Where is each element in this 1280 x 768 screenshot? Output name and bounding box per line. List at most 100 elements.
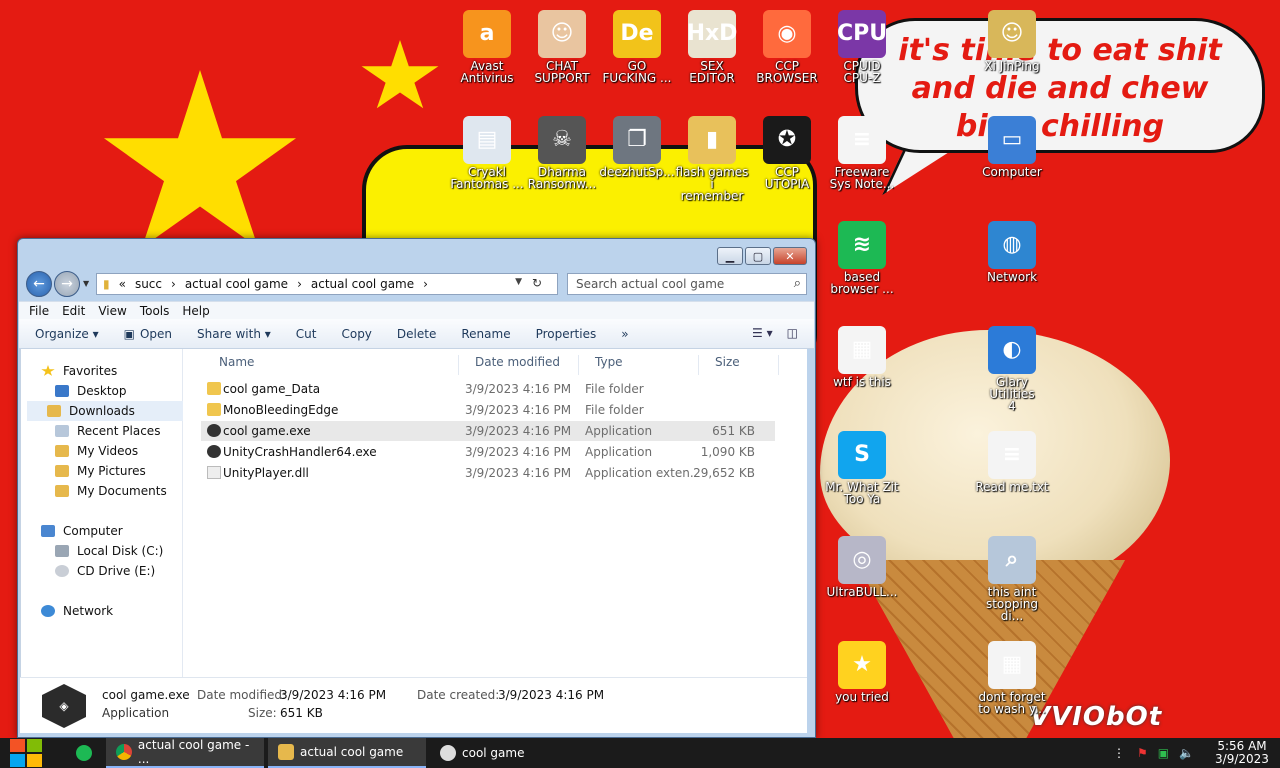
file-row[interactable]: UnityCrashHandler64.exe 3/9/2023 4:16 PM A… [201, 442, 775, 462]
share-with-button[interactable]: Share with ▾ [197, 327, 271, 341]
desktop-icon-7[interactable]: ▤ Cryakl Fantomas ... [447, 110, 527, 210]
nav-recent-places[interactable]: Recent Places [55, 421, 160, 441]
desktop-icon-22[interactable]: ★ you tried [822, 635, 902, 735]
desktop-icon-label: you tried [835, 690, 889, 704]
nav-label: My Videos [77, 444, 139, 458]
recent-locations-button[interactable]: ▼ [83, 279, 89, 288]
maximize-button[interactable]: ▢ [745, 247, 771, 265]
more-commands-button[interactable]: » [621, 327, 628, 341]
menu-tools[interactable]: Tools [140, 304, 170, 318]
nav-my-pictures[interactable]: My Pictures [55, 461, 146, 481]
clock[interactable]: 5:56 AM 3/9/2023 [1204, 740, 1280, 766]
refresh-icon[interactable]: ↻ [532, 276, 542, 290]
desktop-icon-5[interactable]: CPU CPUID CPU-Z [822, 4, 902, 104]
search-icon[interactable]: ⌕ [794, 276, 801, 291]
nav-favorites[interactable]: Favorites [41, 361, 117, 381]
properties-button[interactable]: Properties [536, 327, 597, 341]
menu-edit[interactable]: Edit [62, 304, 85, 318]
delete-button[interactable]: Delete [397, 327, 436, 341]
desktop-icon-13[interactable]: ▭ Computer [972, 110, 1052, 210]
address-dropdown-button[interactable]: ▼ [515, 277, 522, 287]
file-size: 29,652 KB [693, 466, 755, 480]
chevron-right-icon[interactable]: › [423, 277, 428, 291]
file-name: cool game.exe [223, 424, 311, 438]
address-bar[interactable]: ▮ « succ › actual cool game › actual cool … [96, 273, 558, 295]
volume-icon[interactable]: 🔈 [1179, 746, 1194, 760]
column-header-date[interactable]: Date modified [459, 355, 579, 375]
taskbar-task-cool-game[interactable]: cool game [430, 738, 560, 768]
close-button[interactable]: ✕ [773, 247, 807, 265]
search-input[interactable]: Search actual cool game ⌕ [567, 273, 807, 295]
spotify-icon [76, 745, 92, 761]
column-header-size[interactable]: Size [699, 355, 779, 375]
desktop-icon-3[interactable]: HxD SEX EDITOR [672, 4, 752, 104]
desktop-icon-8[interactable]: ☠ Dharma Ransomw... [522, 110, 602, 210]
desktop-icon-14[interactable]: ≋ based browser ... [822, 215, 902, 315]
copy-button[interactable]: Copy [341, 327, 371, 341]
breadcrumb-item-succ[interactable]: succ [135, 277, 162, 291]
desktop-icon-6[interactable]: ☺ Xi JinPing [972, 4, 1052, 104]
open-button[interactable]: ▣ Open [124, 327, 172, 341]
desktop-icon-16[interactable]: ▦ wtf is this [822, 320, 902, 420]
breadcrumb-overflow[interactable]: « [119, 277, 126, 291]
title-bar[interactable]: ▁ ▢ ✕ [18, 239, 815, 267]
menu-help[interactable]: Help [182, 304, 209, 318]
nav-downloads[interactable]: Downloads [27, 401, 183, 421]
desktop-icon-4[interactable]: ◉ CCP BROWSER [747, 4, 827, 104]
desktop-icon-10[interactable]: ▮ flash games i remember [672, 110, 752, 210]
desktop-icon-9[interactable]: ❐ deezhutSp... [597, 110, 677, 210]
nav-cd-drive[interactable]: CD Drive (E:) [55, 561, 155, 581]
forward-button[interactable]: → [54, 271, 80, 297]
network-status-icon[interactable]: ▣ [1158, 746, 1169, 760]
breadcrumb-item-actual-cool-game[interactable]: actual cool game [185, 277, 288, 291]
taskbar-task-browser[interactable]: actual cool game - ... [106, 738, 264, 768]
menu-file[interactable]: File [29, 304, 49, 318]
rename-button[interactable]: Rename [461, 327, 510, 341]
pictures-icon [55, 465, 69, 477]
nav-my-videos[interactable]: My Videos [55, 441, 138, 461]
nav-local-disk[interactable]: Local Disk (C:) [55, 541, 163, 561]
back-button[interactable]: ← [26, 271, 52, 297]
nav-my-documents[interactable]: My Documents [55, 481, 167, 501]
file-row[interactable]: UnityPlayer.dll 3/9/2023 4:16 PM Applicati… [201, 463, 775, 483]
column-header-type[interactable]: Type [579, 355, 699, 375]
desktop-icon-19[interactable]: ≡ Read me.txt [972, 425, 1052, 525]
desktop-icon-12[interactable]: ≡ Freeware Sys Note... [822, 110, 902, 210]
start-button[interactable] [10, 739, 42, 767]
disk-icon [55, 545, 69, 557]
desktop-icon-18[interactable]: S Mr. What Zit Too Ya [822, 425, 902, 525]
task-label: actual cool game [300, 745, 404, 759]
desktop-icon-15[interactable]: ◍ Network [972, 215, 1052, 315]
nav-network[interactable]: Network [41, 601, 113, 621]
breadcrumb-item-current[interactable]: actual cool game [311, 277, 414, 291]
overflow-icon[interactable]: ⋮ [1113, 746, 1125, 760]
file-row[interactable]: cool game_Data 3/9/2023 4:16 PM File folde… [201, 379, 775, 399]
file-row[interactable]: cool game.exe 3/9/2023 4:16 PM Application… [201, 421, 775, 441]
desktop-icon-1[interactable]: ☺ CHAT SUPPORT [522, 4, 602, 104]
nav-desktop[interactable]: Desktop [55, 381, 127, 401]
desktop-icon-20[interactable]: ◎ UltraBULL... [822, 530, 902, 630]
column-header-name[interactable]: Name [203, 355, 459, 375]
desktop-icon-23[interactable]: ▦ dont forget to wash y... [972, 635, 1052, 735]
preview-pane-icon[interactable]: ◫ [787, 326, 798, 340]
chevron-right-icon[interactable]: › [171, 277, 176, 291]
chevron-right-icon[interactable]: › [297, 277, 302, 291]
desktop-icon-0[interactable]: a Avast Antivirus [447, 4, 527, 104]
cut-button[interactable]: Cut [296, 327, 317, 341]
organize-button[interactable]: Organize ▾ [35, 327, 99, 341]
desktop-icon-label: Computer [982, 165, 1042, 179]
open-icon: ▣ [123, 326, 135, 341]
desktop-icon-2[interactable]: De GO FUCKING ... [597, 4, 677, 104]
change-view-icon[interactable]: ☰ ▾ [752, 326, 773, 340]
minimize-button[interactable]: ▁ [717, 247, 743, 265]
flag-icon[interactable]: ⚑ [1137, 746, 1148, 760]
desktop-icon-11[interactable]: ✪ CCP UTOPIA [747, 110, 827, 210]
nav-computer[interactable]: Computer [41, 521, 123, 541]
taskbar-task-explorer[interactable]: actual cool game [268, 738, 426, 768]
taskbar-spotify-button[interactable] [66, 738, 102, 768]
desktop-icon-17[interactable]: ◐ Glary Utilities 4 [972, 320, 1052, 420]
desktop-icon-21[interactable]: ⌕ this aint stopping di... [972, 530, 1052, 630]
file-row[interactable]: MonoBleedingEdge 3/9/2023 4:16 PM File fol… [201, 400, 775, 420]
menu-view[interactable]: View [98, 304, 126, 318]
unity-icon: ◈ [42, 684, 86, 728]
